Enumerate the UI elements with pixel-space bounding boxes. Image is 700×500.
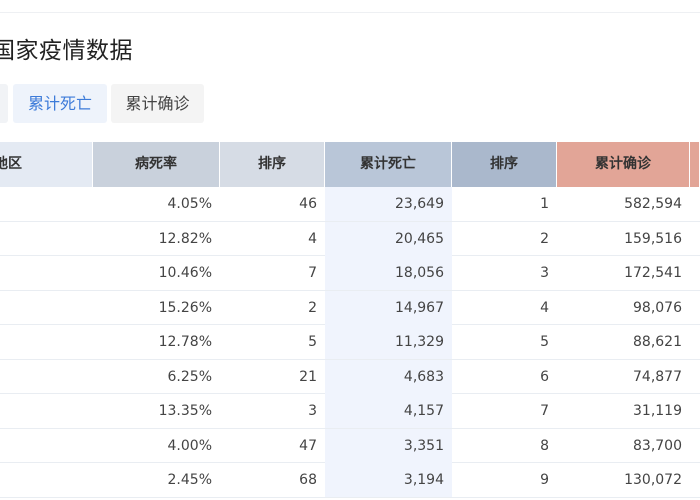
cell-overflow <box>690 187 700 221</box>
tab-total-deaths[interactable]: 累计死亡 <box>13 84 107 123</box>
cell-total-deaths: 20,465 <box>325 221 452 256</box>
cell-fatality-rate: 6.25% <box>167 368 212 385</box>
cell-total-cases: 88,621 <box>633 334 682 350</box>
cell-fatality-rate: 15.26% <box>158 299 212 316</box>
cell-overflow <box>690 291 700 325</box>
cell-rank-a: 68 <box>299 472 317 488</box>
cell-overflow <box>690 325 700 359</box>
header-total-cases[interactable]: 累计确诊 <box>557 142 690 187</box>
cell-rank-b: 8 <box>540 437 549 454</box>
header-region-label: 地区 <box>0 156 22 172</box>
cell-rank-a: 4 <box>308 230 317 247</box>
cell-fatality-rate: 2.45% <box>167 472 212 488</box>
cell-rank-a: 47 <box>299 437 317 454</box>
table-row[interactable]: 12.82% 4 20,465 2 159,516 <box>0 221 700 256</box>
table-row[interactable]: 4.00% 47 3,351 8 83,700 <box>0 428 700 463</box>
table-body: 4.05% 46 23,649 1 582,594 12.82% 4 20,465 2 159,5… <box>0 187 700 498</box>
cell-fatality-rate: 4.05% <box>167 196 212 212</box>
cell-rank-b: 3 <box>540 265 549 281</box>
cell-overflow <box>690 394 700 428</box>
top-divider <box>0 12 700 13</box>
cell-fatality-rate: 12.82% <box>158 230 212 247</box>
cell-total-deaths: 11,329 <box>325 325 452 359</box>
cell-total-cases: 83,700 <box>633 437 682 454</box>
cell-region <box>0 187 93 221</box>
cell-rank-b: 7 <box>540 403 549 419</box>
cell-rank-b: 6 <box>540 368 549 385</box>
header-region[interactable]: 地区 <box>0 142 93 187</box>
cell-rank-b: 5 <box>540 334 549 350</box>
cell-total-cases: 31,119 <box>633 403 682 419</box>
cell-overflow <box>690 256 700 290</box>
cell-rank-b: 4 <box>540 299 549 316</box>
header-rank-b[interactable]: 排序 <box>452 142 557 187</box>
cell-overflow <box>690 429 700 463</box>
cell-region <box>0 222 93 256</box>
table-row[interactable]: 6.25% 21 4,683 6 74,877 <box>0 359 700 394</box>
cell-total-cases: 130,072 <box>624 472 682 488</box>
cell-rank-a: 3 <box>308 403 317 419</box>
cell-total-cases: 582,594 <box>624 196 682 212</box>
table-row[interactable]: 4.05% 46 23,649 1 582,594 <box>0 187 700 222</box>
header-rank-a[interactable]: 排序 <box>220 142 325 187</box>
page-title: 国家疫情数据 <box>0 38 133 64</box>
table-row[interactable]: 15.26% 2 14,967 4 98,076 <box>0 290 700 325</box>
cell-region <box>0 291 93 325</box>
cell-rank-a: 21 <box>299 368 317 385</box>
cell-total-deaths: 23,649 <box>325 187 452 221</box>
cell-total-cases: 74,877 <box>633 368 682 385</box>
cell-fatality-rate: 4.00% <box>167 437 212 454</box>
cell-fatality-rate: 13.35% <box>158 403 212 419</box>
cell-region <box>0 256 93 290</box>
table-row[interactable]: 10.46% 7 18,056 3 172,541 <box>0 256 700 291</box>
cell-total-deaths: 14,967 <box>325 290 452 325</box>
table-row[interactable]: 12.78% 5 11,329 5 88,621 <box>0 325 700 360</box>
tab-total-cases[interactable]: 累计确诊 <box>111 84 204 123</box>
cell-total-cases: 98,076 <box>633 299 682 316</box>
cell-total-cases: 172,541 <box>624 265 682 281</box>
cell-region <box>0 325 93 359</box>
cell-rank-a: 7 <box>308 265 317 281</box>
cell-total-deaths: 3,351 <box>325 428 452 463</box>
cell-fatality-rate: 10.46% <box>158 265 212 281</box>
cell-total-cases: 159,516 <box>624 230 682 247</box>
data-table: 地区 病死率 排序 累计死亡 排序 累计确诊 4.05% 46 23,649 1 582… <box>0 142 700 498</box>
cell-rank-b: 9 <box>540 472 549 488</box>
table-row[interactable]: 2.45% 68 3,194 9 130,072 <box>0 463 700 498</box>
tab-partial[interactable] <box>0 84 8 123</box>
cell-overflow <box>690 222 700 256</box>
cell-rank-b: 2 <box>540 230 549 247</box>
cell-rank-a: 5 <box>308 334 317 350</box>
cell-region <box>0 429 93 463</box>
cell-rank-a: 46 <box>299 196 317 212</box>
table-header-row: 地区 病死率 排序 累计死亡 排序 累计确诊 <box>0 142 700 187</box>
header-total-deaths[interactable]: 累计死亡 <box>325 142 452 187</box>
cell-total-deaths: 3,194 <box>325 463 452 497</box>
cell-region <box>0 360 93 394</box>
cell-region <box>0 394 93 428</box>
cell-total-deaths: 4,157 <box>325 394 452 428</box>
header-overflow-column <box>690 142 700 187</box>
cell-fatality-rate: 12.78% <box>158 334 212 350</box>
cell-region <box>0 463 93 497</box>
cell-overflow <box>690 360 700 394</box>
header-fatality-rate[interactable]: 病死率 <box>93 142 220 187</box>
cell-rank-a: 2 <box>308 299 317 316</box>
cell-overflow <box>690 463 700 497</box>
cell-total-deaths: 4,683 <box>325 359 452 394</box>
cell-rank-b: 1 <box>540 196 549 212</box>
cell-total-deaths: 18,056 <box>325 256 452 290</box>
table-row[interactable]: 13.35% 3 4,157 7 31,119 <box>0 394 700 429</box>
